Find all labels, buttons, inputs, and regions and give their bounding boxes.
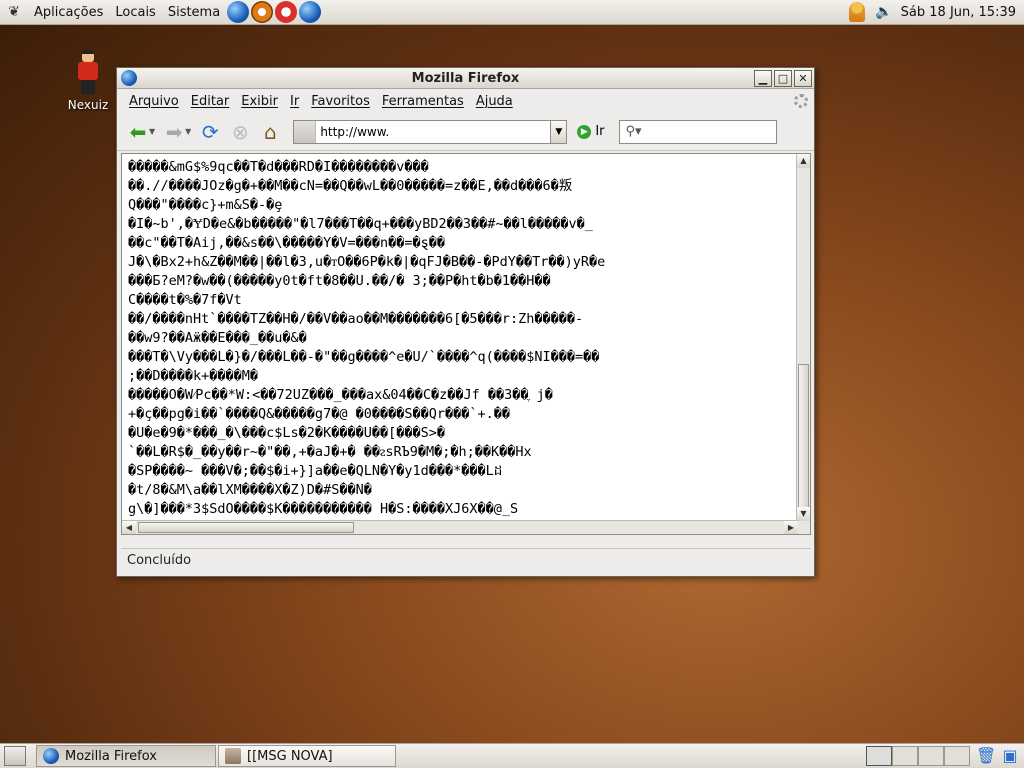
firefox-task-icon	[43, 748, 59, 764]
menu-bar: Arquivo Editar Exibir Ir Favoritos Ferra…	[117, 89, 814, 113]
page-text-line: �SP����~ ���V�;��$�i+}]a��e�QLN�Y�y1d���…	[128, 463, 503, 479]
message-task-icon	[225, 748, 241, 764]
stop-button[interactable]: ⊗	[227, 119, 253, 145]
top-panel: ❦ Aplicações Locais Sistema 🔈 Sáb 18 Jun…	[0, 0, 1024, 25]
workspace-4[interactable]	[944, 746, 970, 766]
home-button[interactable]: ⌂	[257, 119, 283, 145]
site-favicon-icon	[294, 120, 317, 143]
firefox-window-icon[interactable]	[121, 70, 137, 86]
menu-ir[interactable]: Ir	[284, 94, 305, 109]
go-icon: ▶	[577, 124, 592, 139]
vertical-scrollbar[interactable]: ▲ ▼	[796, 154, 810, 534]
go-button[interactable]: ▶ Ir	[577, 124, 605, 139]
back-history-dropdown[interactable]: ▼	[149, 127, 155, 136]
page-text-line: J�\�Bx2+h&Z��M��|��l�3,u�ᴛO��6P�k�|�qFJ�…	[128, 254, 606, 270]
desktop-icon-label: Nexuiz	[67, 98, 109, 112]
taskbar-item-msg[interactable]: [[MSG NOVA]	[218, 745, 396, 767]
search-engine-icon[interactable]: ⚲▾	[626, 124, 642, 139]
scroll-left-arrow-icon[interactable]: ◀	[122, 521, 136, 534]
workspace-2[interactable]	[892, 746, 918, 766]
menu-arquivo[interactable]: Arquivo	[123, 94, 185, 109]
url-input[interactable]	[316, 124, 527, 139]
clock[interactable]: Sáb 18 Jun, 15:39	[901, 5, 1016, 20]
page-text-line: ��c"��T�Aij,��&s��\�����Y�V=���n��=�ȿ��	[128, 235, 445, 251]
page-text-line: ;��D����k+����M�	[128, 368, 259, 384]
close-button[interactable]: ✕	[794, 69, 812, 87]
forward-button[interactable]: ➡	[161, 119, 187, 145]
workspace-3[interactable]	[918, 746, 944, 766]
status-bar: Concluído	[121, 548, 811, 572]
forward-history-dropdown[interactable]: ▼	[185, 127, 191, 136]
workspace-1[interactable]	[866, 746, 892, 766]
horizontal-scroll-thumb[interactable]	[138, 522, 354, 533]
page-text-line: C����t�%�7f�Vt	[128, 292, 242, 308]
scroll-right-arrow-icon[interactable]: ▶	[784, 521, 798, 534]
page-text-line: g\�]���*3$SdO����$K����������� H�S:����X…	[128, 501, 519, 517]
menu-ajuda[interactable]: Ajuda	[470, 94, 519, 109]
menu-system[interactable]: Sistema	[162, 5, 226, 20]
scroll-up-arrow-icon[interactable]: ▲	[797, 154, 810, 168]
url-bar[interactable]	[293, 119, 552, 144]
firefox-launcher-icon[interactable]	[227, 1, 250, 23]
go-label: Ir	[595, 124, 605, 139]
compass-launcher-icon[interactable]	[251, 1, 274, 23]
page-text-line: ��.//����JOz�g�+��M��cN=��Q��wL��0�����=…	[128, 178, 573, 194]
throbber-icon	[794, 94, 808, 108]
menu-places[interactable]: Locais	[109, 5, 161, 20]
status-text: Concluído	[127, 553, 192, 568]
trash-icon[interactable]: 🗑	[976, 746, 996, 766]
nexuiz-icon	[72, 50, 104, 94]
menu-ferramentas[interactable]: Ferramentas	[376, 94, 470, 109]
page-text-line: ��w9?��Aӝ��E���_��u�&�	[128, 330, 307, 346]
page-text-line: ��/����nHt`����TZ��H�/��V��ao��M�������6…	[128, 311, 584, 327]
web-launcher-icon[interactable]	[299, 1, 322, 23]
volume-icon[interactable]: 🔈	[875, 4, 892, 20]
page-text-line: �����O�W⁄Pc��*W:<��72UZ���_���ax&04��C�z…	[128, 387, 553, 403]
help-launcher-icon[interactable]	[275, 1, 298, 23]
minimize-button[interactable]: ▁	[754, 69, 772, 87]
desktop-icon-nexuiz[interactable]: Nexuiz	[60, 50, 116, 112]
page-text-line: �I�~b',�ɎD�e&�b�����"�l7���T��q+���yBD2�…	[128, 216, 593, 232]
gnome-foot-icon[interactable]: ❦	[6, 4, 22, 20]
workspace-switcher	[866, 746, 970, 766]
system-tray: 🔈 Sáb 18 Jun, 15:39	[849, 2, 1024, 22]
page-text-line: ���T�\Vy���L�}�/���L��-�"��g����^e�U/`��…	[128, 349, 600, 365]
menu-editar[interactable]: Editar	[185, 94, 236, 109]
reload-button[interactable]: ⟳	[197, 119, 223, 145]
menu-favoritos[interactable]: Favoritos	[305, 94, 376, 109]
title-bar[interactable]: Mozilla Firefox ▁ □ ✕	[117, 68, 814, 89]
user-icon[interactable]	[849, 2, 866, 22]
bottom-panel: Mozilla Firefox [[MSG NOVA] 🗑 ▣	[0, 743, 1024, 768]
back-button[interactable]: ⬅	[125, 119, 151, 145]
maximize-button[interactable]: □	[774, 69, 792, 87]
page-text-line: �U�e�9�*���_�\���c$Ls�2�K����U��[���S>�	[128, 425, 445, 441]
page-content[interactable]: �����&mG$%9qc��T�d���RD�I��������v��� ��.…	[121, 153, 811, 535]
firefox-window: Mozilla Firefox ▁ □ ✕ Arquivo Editar Exi…	[116, 67, 815, 577]
task-label: [[MSG NOVA]	[247, 748, 333, 764]
horizontal-scrollbar[interactable]: ◀ ▶	[122, 520, 798, 534]
page-text-line: �����&mG$%9qc��T�d���RD�I��������v���	[128, 159, 429, 175]
page-text-line: ���Ƃ?eM?�w��(�����y0t�ft�8��U.��/� 3;��P…	[128, 273, 551, 289]
vertical-scroll-thumb[interactable]	[798, 364, 809, 514]
search-box[interactable]: ⚲▾	[618, 119, 777, 144]
menu-exibir[interactable]: Exibir	[235, 94, 284, 109]
page-text-line: `��L�R$�_��y��r~�"��,+�aJ�+� ��ᴤsRЪ9�M�;…	[128, 444, 532, 460]
navigation-toolbar: ⬅ ▼ ➡ ▼ ⟳ ⊗ ⌂ ▼ ▶ Ir ⚲▾	[117, 113, 814, 151]
page-text: �����&mG$%9qc��T�d���RD�I��������v��� ��.…	[128, 158, 792, 532]
taskbar-item-firefox[interactable]: Mozilla Firefox	[36, 745, 216, 767]
page-text-line: +�ҫ��pg�i��`����Q&�����g7�@ �0����S��Qr�…	[128, 406, 511, 422]
scroll-down-arrow-icon[interactable]: ▼	[797, 507, 810, 521]
menu-applications[interactable]: Aplicações	[28, 5, 109, 20]
task-label: Mozilla Firefox	[65, 748, 157, 764]
page-text-line: Q���"����c}+m&S�-�ȩ	[128, 197, 283, 213]
show-desktop-button[interactable]	[4, 746, 26, 766]
page-text-line: �t/8�&M\a��lXM����X�Z)D�#S��N�	[128, 482, 372, 498]
window-title: Mozilla Firefox	[411, 70, 520, 86]
url-history-dropdown[interactable]: ▼	[551, 119, 568, 144]
network-icon[interactable]: ▣	[1000, 746, 1020, 766]
